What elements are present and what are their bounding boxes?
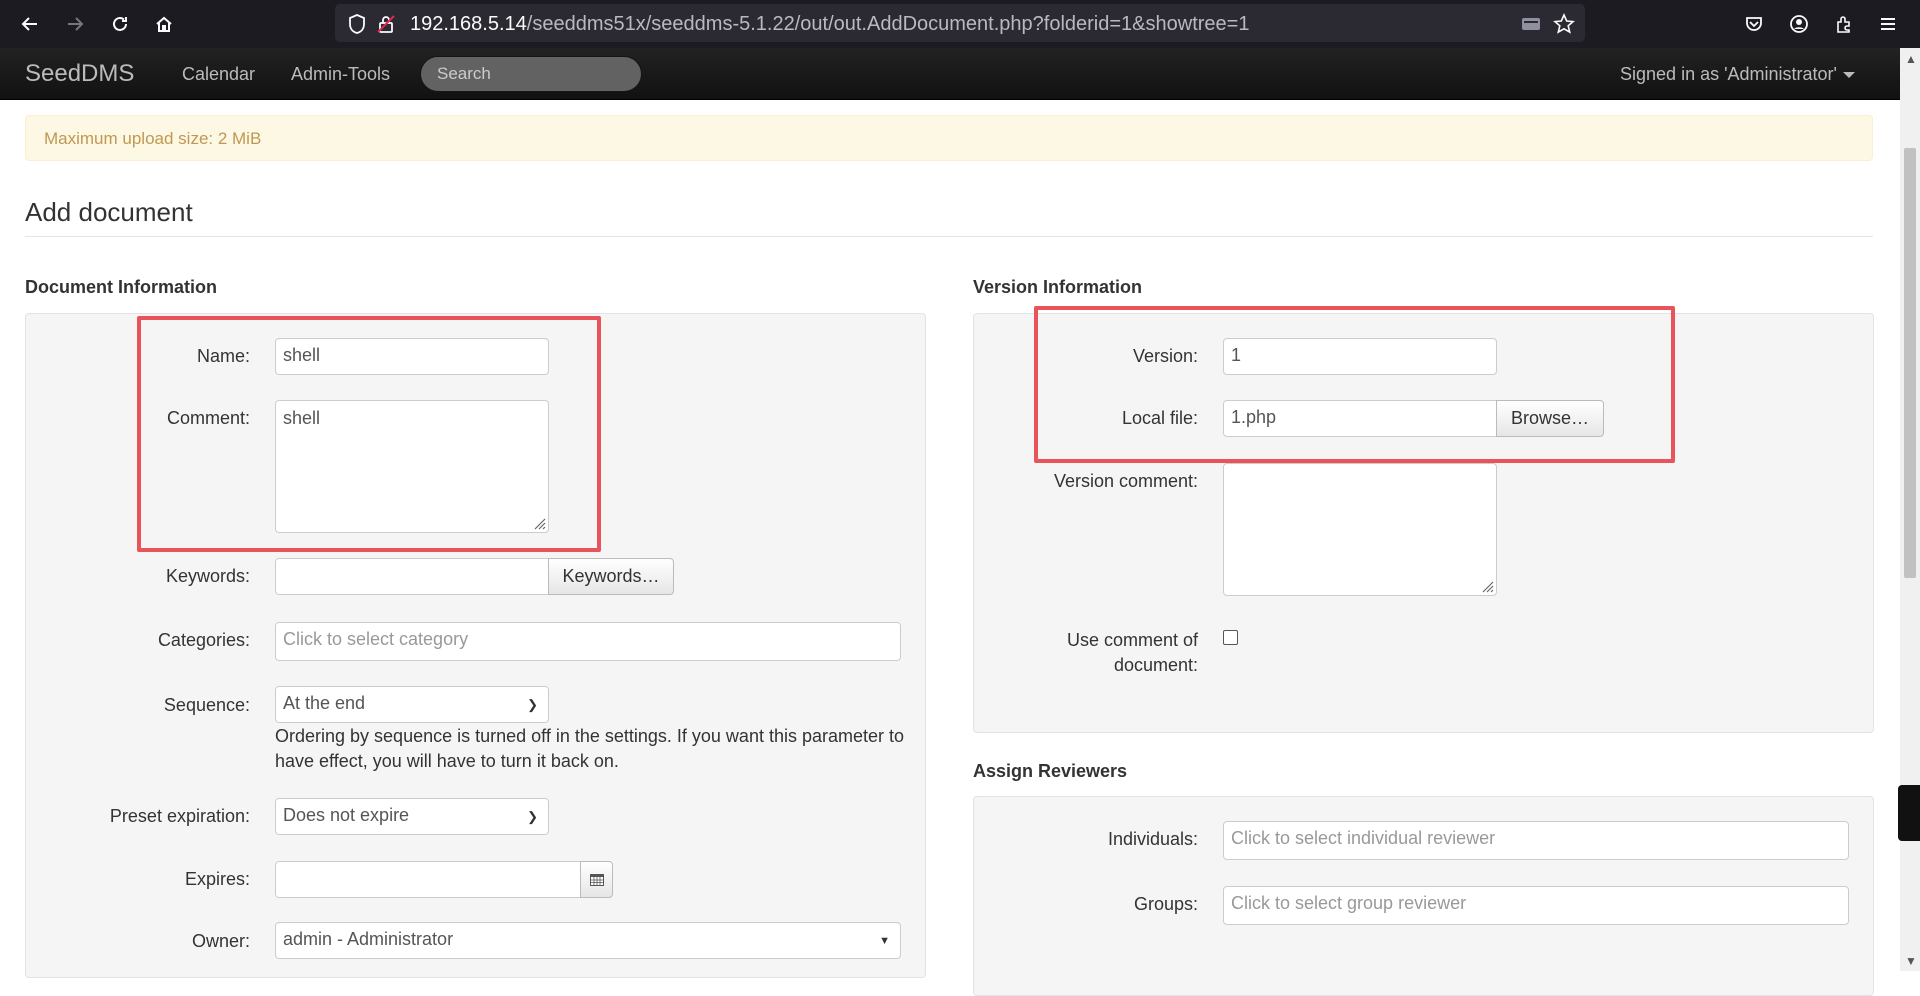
use-comment-label-line-2: document: bbox=[1113, 655, 1198, 675]
forward-icon[interactable] bbox=[61, 10, 89, 38]
app-navbar: SeedDMS Calendar Admin-Tools Search Sign… bbox=[0, 48, 1900, 100]
categories-label: Categories: bbox=[157, 630, 250, 650]
keywords-label: Keywords: bbox=[165, 566, 250, 586]
nav-calendar[interactable]: Calendar bbox=[182, 64, 255, 85]
individuals-label: Individuals: bbox=[1107, 829, 1198, 849]
calendar-icon bbox=[589, 874, 604, 886]
sequence-label: Sequence: bbox=[163, 695, 250, 715]
categories-select[interactable]: Click to select category bbox=[275, 622, 901, 661]
scroll-up-icon[interactable]: ▲ bbox=[1905, 52, 1917, 66]
keywords-button[interactable]: Keywords… bbox=[548, 558, 674, 595]
brand-logo[interactable]: SeedDMS bbox=[25, 60, 134, 88]
calendar-button[interactable] bbox=[580, 861, 613, 898]
keywords-input[interactable] bbox=[275, 558, 549, 595]
alert-text: Maximum upload size: 2 MiB bbox=[44, 129, 262, 148]
title-divider bbox=[25, 236, 1873, 237]
expiration-label: Preset expiration: bbox=[109, 806, 250, 826]
bookmark-star-icon[interactable] bbox=[1553, 13, 1575, 35]
caret-down-icon bbox=[1843, 72, 1855, 79]
scroll-thumb[interactable] bbox=[1904, 148, 1916, 578]
sequence-help-line-2: have effect, you will have to turn it ba… bbox=[275, 751, 619, 771]
chevron-down-icon: ❯ bbox=[527, 697, 538, 712]
upload-size-alert: Maximum upload size: 2 MiB bbox=[25, 115, 1873, 161]
caret-down-icon: ▼ bbox=[879, 935, 890, 947]
version-comment-label: Version comment: bbox=[1053, 471, 1198, 491]
version-comment-textarea[interactable] bbox=[1223, 463, 1497, 596]
reload-icon[interactable] bbox=[106, 10, 134, 38]
pocket-icon[interactable] bbox=[1740, 10, 1768, 38]
scroll-down-icon[interactable]: ▼ bbox=[1905, 954, 1917, 968]
expiration-select[interactable]: Does not expire ❯ bbox=[275, 798, 549, 835]
expires-label: Expires: bbox=[184, 869, 250, 889]
sequence-help-line-1: Ordering by sequence is turned off in th… bbox=[275, 726, 905, 746]
use-comment-checkbox[interactable] bbox=[1223, 630, 1238, 645]
url-text[interactable]: 192.168.5.14/seeddms51x/seeddms-5.1.22/o… bbox=[410, 13, 1249, 36]
reader-view-icon[interactable] bbox=[1520, 13, 1542, 35]
reviewers-heading: Assign Reviewers bbox=[973, 761, 1128, 781]
side-drawer-tab[interactable] bbox=[1898, 785, 1920, 841]
user-menu[interactable]: Signed in as 'Administrator' bbox=[1620, 64, 1855, 85]
group-reviewer-select[interactable]: Click to select group reviewer bbox=[1223, 886, 1849, 925]
expiration-value: Does not expire bbox=[283, 805, 410, 825]
nav-admin-tools[interactable]: Admin-Tools bbox=[291, 64, 390, 85]
highlight-box-document-fields bbox=[137, 316, 601, 552]
search-input[interactable]: Search bbox=[420, 56, 642, 92]
insecure-lock-icon[interactable] bbox=[375, 13, 397, 35]
sequence-select[interactable]: At the end ❯ bbox=[275, 686, 549, 723]
groups-label: Groups: bbox=[1133, 894, 1198, 914]
signed-in-label: Signed in as 'Administrator' bbox=[1620, 64, 1837, 84]
browser-toolbar: 192.168.5.14/seeddms51x/seeddms-5.1.22/o… bbox=[0, 0, 1920, 48]
sequence-value: At the end bbox=[283, 693, 366, 713]
owner-select[interactable]: admin - Administrator ▼ bbox=[275, 922, 901, 959]
resize-grip-icon[interactable] bbox=[1480, 579, 1494, 593]
owner-label: Owner: bbox=[191, 931, 250, 951]
owner-value: admin - Administrator bbox=[283, 929, 454, 949]
menu-icon[interactable] bbox=[1874, 10, 1902, 38]
version-info-heading: Version Information bbox=[973, 277, 1143, 297]
account-icon[interactable] bbox=[1785, 10, 1813, 38]
chevron-down-icon: ❯ bbox=[527, 809, 538, 824]
individual-reviewer-select[interactable]: Click to select individual reviewer bbox=[1223, 821, 1849, 860]
expires-input[interactable] bbox=[275, 861, 581, 898]
document-info-heading: Document Information bbox=[25, 277, 217, 297]
page-title: Add document bbox=[25, 197, 193, 227]
use-comment-label-line-1: Use comment of bbox=[1066, 630, 1198, 650]
shield-icon[interactable] bbox=[346, 13, 368, 35]
url-bar[interactable]: 192.168.5.14/seeddms51x/seeddms-5.1.22/o… bbox=[335, 4, 1585, 42]
back-icon[interactable] bbox=[16, 10, 44, 38]
extensions-icon[interactable] bbox=[1830, 10, 1858, 38]
highlight-box-version-fields bbox=[1034, 306, 1675, 463]
home-icon[interactable] bbox=[150, 10, 178, 38]
